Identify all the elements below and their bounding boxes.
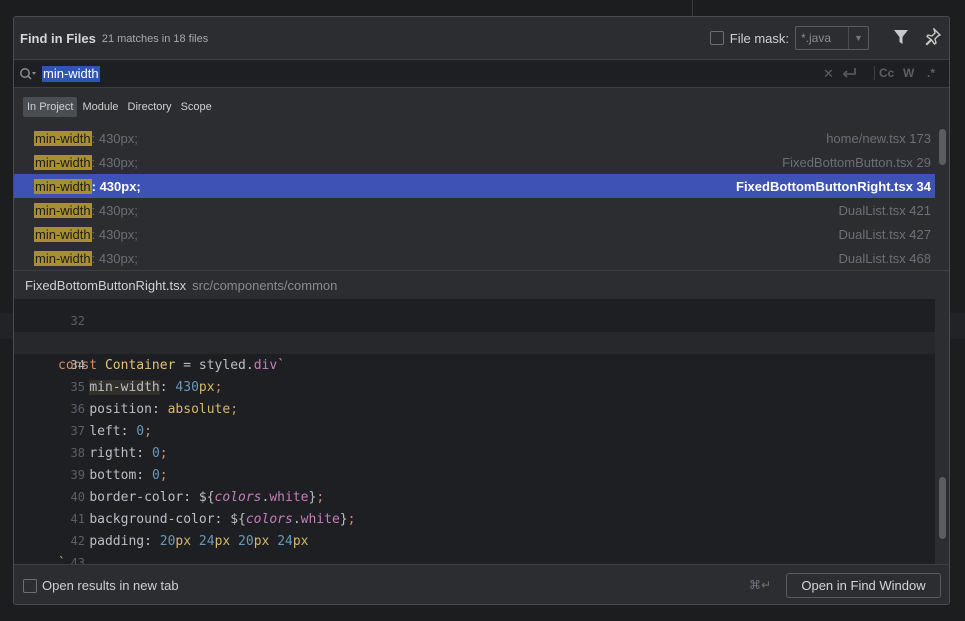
filter-icon[interactable] bbox=[894, 29, 908, 45]
result-rest: : 430px; bbox=[91, 226, 138, 242]
tab-directory[interactable]: Directory bbox=[124, 97, 176, 117]
result-file: DualList.tsx 427 bbox=[838, 226, 932, 242]
find-in-files-dialog: Find in Files 21 matches in 18 files Fil… bbox=[13, 16, 950, 605]
result-rest: : 430px; bbox=[91, 130, 138, 146]
result-rest: : 430px; bbox=[91, 178, 141, 194]
match-case-toggle[interactable]: Cc bbox=[874, 66, 894, 80]
code-line: 43 bbox=[14, 530, 935, 564]
chevron-down-icon[interactable]: ▼ bbox=[848, 27, 868, 49]
tab-scope[interactable]: Scope bbox=[177, 97, 216, 117]
result-file: DualList.tsx 468 bbox=[838, 250, 932, 266]
shortcut-hint: ⌘↵ bbox=[748, 578, 771, 592]
scope-tabs: In Project Module Directory Scope bbox=[14, 88, 949, 126]
code-line-current: 34 min-width: 430px; bbox=[14, 332, 935, 395]
code-line: 42 ` bbox=[14, 508, 935, 564]
search-icon[interactable] bbox=[19, 67, 37, 81]
code-line: 44 const buttonStyle = css` bbox=[14, 552, 935, 564]
file-mask-value: *.java bbox=[801, 31, 832, 45]
results-scrollbar[interactable] bbox=[939, 129, 946, 165]
open-new-tab-label: Open results in new tab bbox=[42, 578, 179, 593]
pin-icon[interactable] bbox=[925, 28, 941, 46]
result-rest: : 430px; bbox=[91, 202, 138, 218]
result-row[interactable]: min-width: 430px; DualList.tsx 468 bbox=[14, 246, 935, 270]
editor-scrollbar[interactable] bbox=[939, 477, 946, 539]
file-mask-checkbox[interactable] bbox=[709, 31, 724, 45]
match-highlight: min-width bbox=[34, 178, 92, 194]
result-file: home/new.tsx 173 bbox=[826, 130, 931, 146]
open-new-tab-checkbox[interactable] bbox=[23, 579, 37, 593]
code-line: 40 background-color: ${colors.white}; bbox=[14, 464, 935, 527]
code-line: 41 padding: 20px 24px 20px 24px bbox=[14, 486, 935, 549]
result-rest: : 430px; bbox=[91, 250, 138, 266]
result-text: min-width: 430px; bbox=[34, 202, 138, 218]
result-text: min-width: 430px; bbox=[34, 226, 138, 242]
clear-icon[interactable]: ✕ bbox=[823, 66, 834, 82]
match-highlight: min-width bbox=[34, 250, 92, 266]
code-line: 39 border-color: ${colors.white}; bbox=[14, 442, 935, 505]
result-text: min-width: 430px; bbox=[34, 178, 141, 194]
result-row[interactable]: min-width: 430px; home/new.tsx 173 bbox=[14, 126, 935, 150]
match-highlight: min-width bbox=[34, 130, 92, 146]
results-list: min-width: 430px; home/new.tsx 173 min-w… bbox=[14, 126, 935, 270]
code-line: 38 bottom: 0; bbox=[14, 420, 935, 483]
words-toggle[interactable]: W bbox=[903, 66, 914, 80]
match-count: 21 matches in 18 files bbox=[101, 32, 209, 45]
tab-in-project[interactable]: In Project bbox=[23, 97, 78, 117]
code-line: 33 const Container = styled.div` bbox=[14, 310, 935, 373]
result-row[interactable]: min-width: 430px; FixedBottomButton.tsx … bbox=[14, 150, 935, 174]
preview-file-name: FixedBottomButtonRight.tsx bbox=[25, 277, 187, 293]
file-mask-area: File mask: *.java ▼ bbox=[709, 26, 869, 50]
code-line: 32 bbox=[14, 299, 935, 328]
preview-file-path: src/components/common bbox=[192, 277, 338, 293]
code-line: 37 rigtht: 0; bbox=[14, 398, 935, 461]
preview-header: FixedBottomButtonRight.tsx src/component… bbox=[14, 270, 949, 299]
match-highlight: min-width bbox=[34, 202, 92, 218]
open-in-find-window-button[interactable]: Open in Find Window bbox=[786, 573, 941, 598]
dialog-footer: Open results in new tab ⌘↵ Open in Find … bbox=[14, 564, 949, 604]
result-text: min-width: 430px; bbox=[34, 154, 138, 170]
code-line: 35 position: absolute; bbox=[14, 354, 935, 417]
file-mask-dropdown[interactable]: *.java ▼ bbox=[795, 26, 869, 50]
match-highlight: min-width bbox=[34, 154, 92, 170]
result-row-selected[interactable]: min-width: 430px; FixedBottomButtonRight… bbox=[14, 174, 935, 198]
result-file: FixedBottomButtonRight.tsx 34 bbox=[736, 178, 931, 194]
result-text: min-width: 430px; bbox=[34, 130, 138, 146]
result-text: min-width: 430px; bbox=[34, 250, 138, 266]
result-row[interactable]: min-width: 430px; DualList.tsx 427 bbox=[14, 222, 935, 246]
regex-toggle[interactable]: .* bbox=[927, 66, 935, 80]
code-line: 36 left: 0; bbox=[14, 376, 935, 439]
tab-module[interactable]: Module bbox=[78, 97, 122, 117]
result-file: FixedBottomButton.tsx 29 bbox=[782, 154, 931, 170]
code-preview[interactable]: 32 33 const Container = styled.div` 34 m… bbox=[14, 299, 935, 564]
result-rest: : 430px; bbox=[91, 154, 138, 170]
search-input[interactable]: min-width bbox=[42, 66, 100, 82]
file-mask-label: File mask: bbox=[729, 30, 789, 46]
search-row: min-width ✕ Cc W .* bbox=[14, 59, 949, 88]
match-highlight: min-width bbox=[34, 226, 92, 242]
dialog-header: Find in Files 21 matches in 18 files Fil… bbox=[14, 17, 949, 59]
newline-icon[interactable] bbox=[843, 68, 857, 80]
result-file: DualList.tsx 421 bbox=[838, 202, 932, 218]
dialog-title: Find in Files bbox=[20, 30, 96, 46]
result-row[interactable]: min-width: 430px; DualList.tsx 421 bbox=[14, 198, 935, 222]
